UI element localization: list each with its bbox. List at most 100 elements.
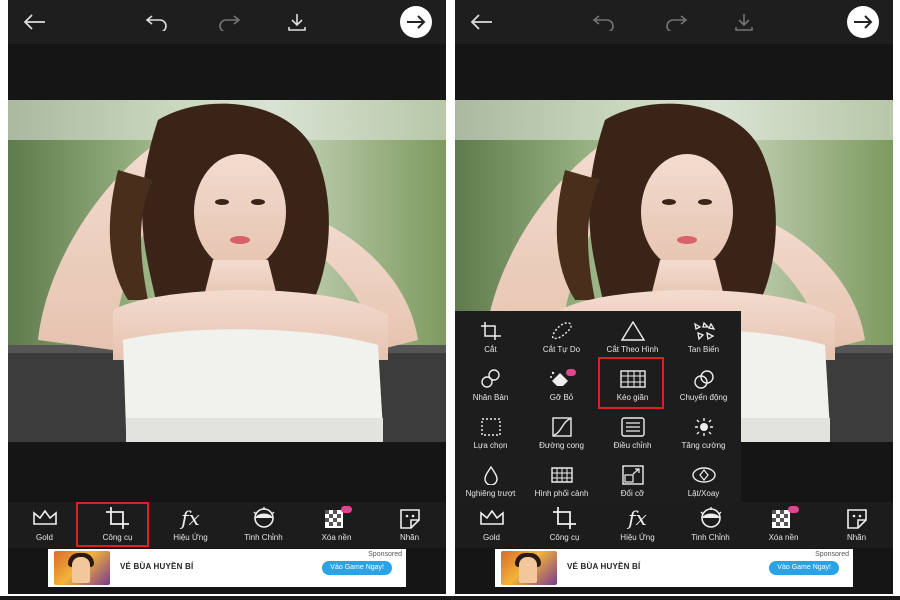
menu-item-dispersion[interactable]: Tan Biến: [668, 311, 739, 359]
editor-screen-left: Gold Công cụ fx Hiệu Ứng Tinh Chỉnh Xóa …: [8, 0, 446, 594]
menu-item-shape-crop[interactable]: Cắt Theo Hình: [597, 311, 668, 359]
face-retouch-icon: [697, 506, 725, 530]
resize-icon: [621, 459, 645, 485]
toolbar-item-label: Công cụ: [102, 533, 133, 542]
ad-cta-button[interactable]: Vào Game Ngay!: [322, 561, 392, 575]
toolbar-item-tools[interactable]: Công cụ: [528, 502, 601, 548]
ad-banner[interactable]: VÉ BÙA HUYỀN BÍ Sponsored Vào Game Ngay!: [495, 549, 853, 587]
menu-item-freecrop[interactable]: Cắt Tự Do: [526, 311, 597, 359]
editor-screen-right: Cắt Cắt Tự Do Cắt Theo Hình Tan Biến Nhâ…: [455, 0, 893, 594]
toolbar-item-sticker[interactable]: Nhãn: [373, 502, 446, 548]
triangle-icon: [620, 315, 645, 341]
menu-item-label: Nghiêng trượt: [465, 489, 516, 498]
menu-item-label: Đổi cỡ: [620, 489, 645, 498]
toolbar-item-retouch[interactable]: Tinh Chỉnh: [674, 502, 747, 548]
ad-title: VÉ BÙA HUYỀN BÍ: [567, 562, 641, 571]
fx-icon: fx: [181, 506, 200, 530]
menu-item-select[interactable]: Lựa chọn: [455, 407, 526, 455]
select-icon: [480, 411, 502, 437]
adjust-icon: [620, 411, 645, 437]
ad-sponsored-label: Sponsored: [368, 551, 402, 558]
toolbar-item-label: Xóa nền: [321, 533, 352, 542]
crop-icon: [105, 506, 131, 530]
perspective-icon: [550, 459, 574, 485]
toolbar-item-label: Nhãn: [399, 533, 420, 542]
curves-icon: [551, 411, 573, 437]
sticker-icon: [398, 506, 422, 530]
bottom-divider: [0, 596, 900, 600]
toolbar-item-gold[interactable]: Gold: [8, 502, 81, 548]
tilt-shift-icon: [481, 459, 501, 485]
menu-item-label: Cắt Tự Do: [542, 345, 581, 354]
fx-icon: fx: [628, 506, 647, 530]
download-icon[interactable]: [729, 8, 759, 36]
ad-thumbnail: [54, 551, 110, 585]
toolbar-item-sticker[interactable]: Nhãn: [820, 502, 893, 548]
top-bar: [455, 0, 893, 44]
menu-item-enhance[interactable]: Tăng cường: [668, 407, 739, 455]
menu-item-label: Chuyển động: [679, 393, 728, 402]
toolbar-item-label: Xóa nền: [768, 533, 799, 542]
toolbar-item-label: Công cụ: [549, 533, 580, 542]
canvas-area: [455, 44, 893, 100]
toolbar-item-label: Tinh Chỉnh: [691, 533, 730, 542]
eraser-icon: [548, 363, 576, 389]
crop-icon: [552, 506, 578, 530]
menu-item-label: Tăng cường: [681, 441, 726, 450]
undo-icon[interactable]: [589, 8, 619, 36]
toolbar-item-label: Hiệu Ứng: [620, 533, 655, 542]
toolbar-item-effects[interactable]: fx Hiệu Ứng: [154, 502, 227, 548]
remove-background-icon: [768, 506, 800, 530]
tools-menu: Cắt Cắt Tự Do Cắt Theo Hình Tan Biến Nhâ…: [455, 311, 741, 503]
menu-item-tilt-shift[interactable]: Nghiêng trượt: [455, 455, 526, 503]
menu-item-label: Gỡ Bỏ: [549, 393, 574, 402]
menu-item-curves[interactable]: Đường cong: [526, 407, 597, 455]
menu-item-adjust[interactable]: Điều chỉnh: [597, 407, 668, 455]
toolbar-item-label: Gold: [483, 533, 500, 542]
arrow-right-circle-icon[interactable]: [847, 6, 879, 38]
edited-photo: [8, 100, 446, 442]
download-icon[interactable]: [282, 8, 312, 36]
toolbar-item-retouch[interactable]: Tinh Chỉnh: [227, 502, 300, 548]
menu-item-motion[interactable]: Chuyển động: [668, 359, 739, 407]
freecrop-icon: [550, 315, 574, 341]
flip-rotate-icon: [691, 459, 717, 485]
redo-icon[interactable]: [214, 8, 244, 36]
redo-icon[interactable]: [661, 8, 691, 36]
toolbar-item-gold[interactable]: Gold: [455, 502, 528, 548]
sticker-icon: [845, 506, 869, 530]
menu-item-clone[interactable]: Nhân Bản: [455, 359, 526, 407]
menu-item-stretch[interactable]: Kéo giãn: [597, 359, 668, 407]
menu-item-perspective[interactable]: Hình phối cảnh: [526, 455, 597, 503]
arrow-left-icon[interactable]: [467, 8, 497, 36]
arrow-left-icon[interactable]: [20, 8, 50, 36]
toolbar-item-label: Nhãn: [846, 533, 867, 542]
undo-icon[interactable]: [142, 8, 172, 36]
top-bar: [8, 0, 446, 44]
clone-icon: [479, 363, 503, 389]
ad-thumbnail: [501, 551, 557, 585]
crown-icon: [32, 506, 58, 530]
menu-item-label: Đường cong: [539, 441, 584, 450]
menu-item-flip-rotate[interactable]: Lật/Xoay: [668, 455, 739, 503]
arrow-right-circle-icon[interactable]: [400, 6, 432, 38]
ad-cta-button[interactable]: Vào Game Ngay!: [769, 561, 839, 575]
motion-icon: [691, 363, 717, 389]
toolbar-item-tools[interactable]: Công cụ: [81, 502, 154, 548]
ad-title: VÉ BÙA HUYỀN BÍ: [120, 562, 194, 571]
menu-item-resize[interactable]: Đổi cỡ: [597, 455, 668, 503]
toolbar-item-effects[interactable]: fx Hiệu Ứng: [601, 502, 674, 548]
menu-item-label: Lật/Xoay: [687, 489, 720, 498]
menu-item-label: Kéo giãn: [616, 393, 649, 402]
menu-item-label: Tan Biến: [687, 345, 720, 354]
menu-item-label: Cắt Theo Hình: [606, 345, 659, 354]
toolbar-item-remove-bg[interactable]: Xóa nền: [747, 502, 820, 548]
menu-item-crop[interactable]: Cắt: [455, 311, 526, 359]
menu-item-remove[interactable]: Gỡ Bỏ: [526, 359, 597, 407]
menu-item-label: Nhân Bản: [472, 393, 509, 402]
ad-banner[interactable]: VÉ BÙA HUYỀN BÍ Sponsored Vào Game Ngay!: [48, 549, 406, 587]
stretch-icon: [619, 363, 646, 389]
toolbar-item-remove-bg[interactable]: Xóa nền: [300, 502, 373, 548]
bottom-toolbar: Gold Công cụ fx Hiệu Ứng Tinh Chỉnh Xóa …: [455, 502, 893, 548]
toolbar-item-label: Gold: [36, 533, 53, 542]
